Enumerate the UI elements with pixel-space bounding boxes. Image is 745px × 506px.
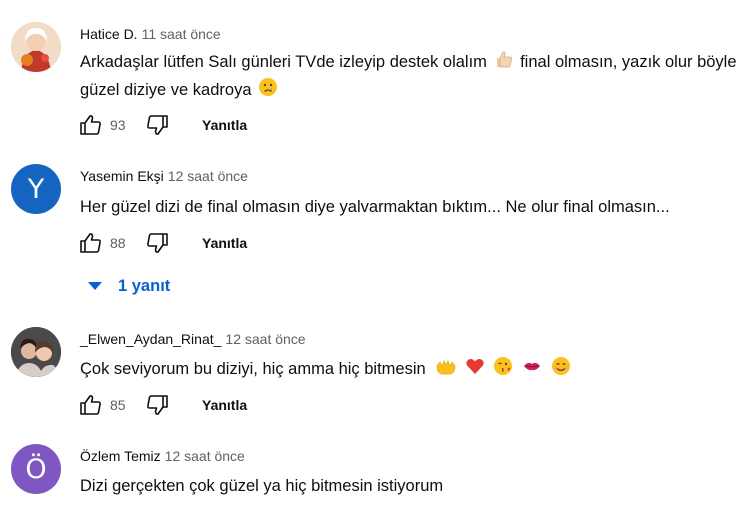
like-button[interactable] (78, 392, 104, 418)
comment-author[interactable]: _Elwen_Aydan_Rinat_ (80, 331, 221, 347)
thumbs-up-icon (80, 233, 101, 253)
comment-text: Çok seviyorum bu diziyi, hiç amma hiç bi… (80, 356, 740, 384)
avatar-photo (11, 327, 61, 377)
avatar[interactable] (11, 22, 61, 72)
avatar[interactable]: Ö (11, 444, 61, 494)
palms-up-emoji (436, 356, 456, 384)
avatar[interactable]: Y (11, 164, 61, 214)
dislike-button[interactable] (144, 392, 170, 418)
thumbs-down-icon (147, 395, 168, 415)
reply-button[interactable]: Yanıtla (202, 235, 247, 251)
view-replies-button[interactable]: 1 yanıt (86, 274, 170, 298)
kiss-mark-emoji (522, 356, 542, 384)
smiling-face-emoji (551, 356, 571, 384)
avatar-letter: Y (27, 173, 45, 205)
comment-text: Her güzel dizi de final olmasın diye yal… (80, 198, 670, 216)
thumbs-up-icon (80, 115, 101, 135)
comment-timestamp[interactable]: 12 saat önce (165, 448, 245, 464)
comment-actions: 88 Yanıtla (78, 230, 247, 256)
comment-timestamp[interactable]: 11 saat önce (142, 26, 221, 42)
red-heart-emoji (465, 356, 485, 384)
comment-text: Arkadaşlar lütfen Salı günleri TVde izle… (80, 49, 740, 105)
avatar[interactable] (11, 327, 61, 377)
thumbs-down-icon (147, 115, 168, 135)
reply-button[interactable]: Yanıtla (202, 117, 247, 133)
like-button[interactable] (78, 112, 104, 138)
like-count: 93 (110, 117, 126, 133)
reply-button[interactable]: Yanıtla (202, 397, 247, 413)
avatar-letter: Ö (25, 453, 47, 485)
thumbs-up-emoji (494, 49, 514, 77)
caret-down-icon (86, 277, 104, 295)
comment-timestamp[interactable]: 12 saat önce (225, 331, 305, 347)
crying-face-emoji (258, 77, 278, 105)
replies-count-label: 1 yanıt (118, 276, 171, 295)
face-blowing-kiss-emoji (493, 356, 513, 384)
like-button[interactable] (78, 230, 104, 256)
like-count: 85 (110, 397, 126, 413)
dislike-button[interactable] (144, 112, 170, 138)
comment-text: Dizi gerçekten çok güzel ya hiç bitmesin… (80, 477, 444, 495)
comment-actions: 85 Yanıtla (78, 392, 247, 418)
comment-author[interactable]: Hatice D. (80, 26, 138, 42)
like-count: 88 (110, 235, 126, 251)
dislike-button[interactable] (144, 230, 170, 256)
comment-author[interactable]: Özlem Temiz (80, 448, 161, 464)
thumbs-down-icon (147, 233, 168, 253)
comment-author[interactable]: Yasemin Ekşi (80, 168, 164, 184)
thumbs-up-icon (80, 395, 101, 415)
comment-actions: 93 Yanıtla (78, 112, 247, 138)
avatar-photo (11, 22, 61, 72)
comment-timestamp[interactable]: 12 saat önce (168, 168, 248, 184)
